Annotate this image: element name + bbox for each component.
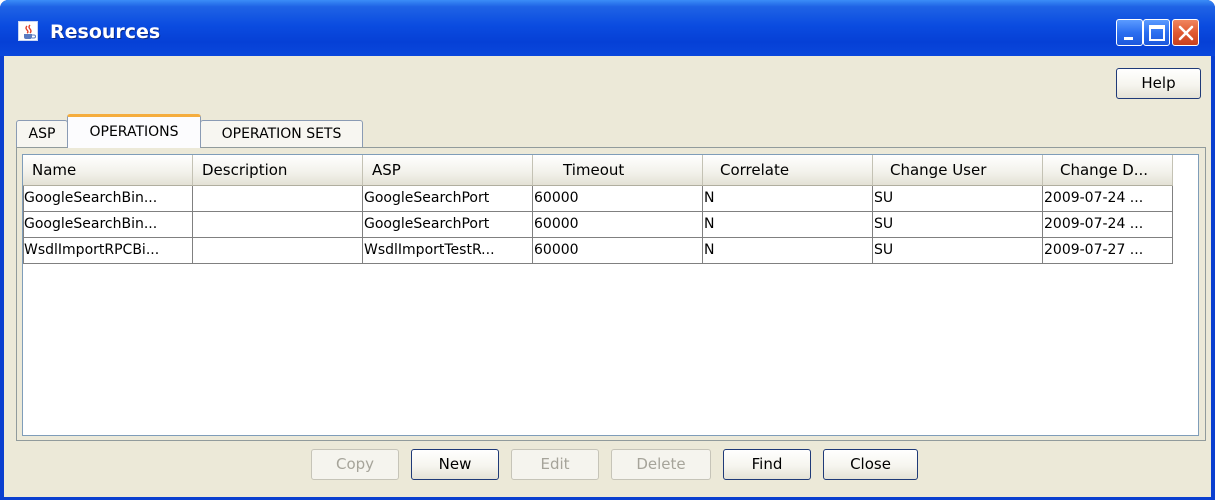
minimize-icon bbox=[1124, 37, 1133, 40]
cell-correlate: N bbox=[703, 212, 873, 237]
cell-asp: WsdlImportTestR... bbox=[363, 238, 533, 263]
java-cup-icon bbox=[18, 21, 38, 41]
delete-button[interactable]: Delete bbox=[611, 449, 711, 480]
cell-correlate: N bbox=[703, 186, 873, 211]
operations-tab-panel: Name Description ASP Timeout Correlate C… bbox=[16, 147, 1206, 441]
cell-description bbox=[193, 238, 363, 263]
cell-name: WsdlImportRPCBi... bbox=[23, 238, 193, 263]
cell-timeout: 60000 bbox=[533, 186, 703, 211]
close-window-button[interactable] bbox=[1172, 19, 1199, 46]
cell-change-user: SU bbox=[873, 186, 1043, 211]
tab-asp[interactable]: ASP bbox=[16, 120, 68, 147]
column-header-change-user[interactable]: Change User bbox=[873, 155, 1043, 186]
minimize-button[interactable] bbox=[1116, 19, 1143, 46]
maximize-button[interactable] bbox=[1143, 19, 1170, 46]
table-row[interactable]: GoogleSearchBin... GoogleSearchPort 6000… bbox=[23, 186, 1173, 212]
column-header-correlate[interactable]: Correlate bbox=[703, 155, 873, 186]
operations-table[interactable]: Name Description ASP Timeout Correlate C… bbox=[22, 154, 1199, 436]
maximize-icon bbox=[1149, 25, 1165, 41]
close-icon bbox=[1178, 25, 1194, 41]
cell-correlate: N bbox=[703, 238, 873, 263]
table-row[interactable]: WsdlImportRPCBi... WsdlImportTestR... 60… bbox=[23, 238, 1173, 264]
cell-asp: GoogleSearchPort bbox=[363, 212, 533, 237]
window-title: Resources bbox=[50, 21, 161, 43]
table-row[interactable]: GoogleSearchBin... GoogleSearchPort 6000… bbox=[23, 212, 1173, 238]
column-header-change-date[interactable]: Change D... bbox=[1043, 155, 1173, 186]
help-button[interactable]: Help bbox=[1116, 68, 1201, 99]
cell-name: GoogleSearchBin... bbox=[23, 212, 193, 237]
resources-window: Resources Help ASP OPERATIONS OPERATION … bbox=[0, 0, 1215, 500]
cell-description bbox=[193, 186, 363, 211]
new-button[interactable]: New bbox=[411, 449, 499, 480]
cell-timeout: 60000 bbox=[533, 212, 703, 237]
cell-description bbox=[193, 212, 363, 237]
tab-operations[interactable]: OPERATIONS bbox=[67, 114, 201, 148]
cell-change-date: 2009-07-27 ... bbox=[1043, 238, 1173, 263]
cell-change-user: SU bbox=[873, 212, 1043, 237]
window-client-area: Help ASP OPERATIONS OPERATION SETS Name … bbox=[4, 56, 1211, 497]
cell-change-date: 2009-07-24 ... bbox=[1043, 212, 1173, 237]
cell-asp: GoogleSearchPort bbox=[363, 186, 533, 211]
column-header-asp[interactable]: ASP bbox=[363, 155, 533, 186]
cell-change-date: 2009-07-24 ... bbox=[1043, 186, 1173, 211]
cell-name: GoogleSearchBin... bbox=[23, 186, 193, 211]
column-header-name[interactable]: Name bbox=[23, 155, 193, 186]
find-button[interactable]: Find bbox=[723, 449, 811, 480]
edit-button[interactable]: Edit bbox=[511, 449, 599, 480]
cell-timeout: 60000 bbox=[533, 238, 703, 263]
column-header-timeout[interactable]: Timeout bbox=[533, 155, 703, 186]
title-bar[interactable]: Resources bbox=[0, 0, 1215, 56]
cell-change-user: SU bbox=[873, 238, 1043, 263]
tab-operation-sets[interactable]: OPERATION SETS bbox=[200, 120, 363, 147]
column-header-description[interactable]: Description bbox=[193, 155, 363, 186]
close-button[interactable]: Close bbox=[823, 449, 918, 480]
copy-button[interactable]: Copy bbox=[311, 449, 399, 480]
